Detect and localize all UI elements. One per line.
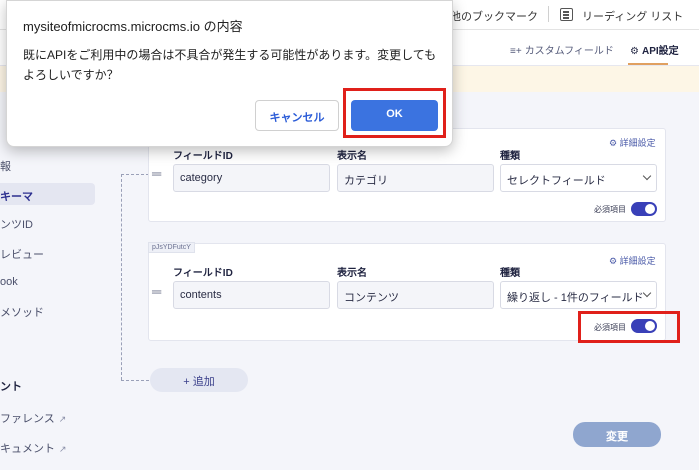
sidebar-item-methods[interactable]: メソッド [0,304,44,320]
type-label: 種類 [500,151,520,162]
detail-settings-label: 詳細設定 [619,138,656,148]
field-id-label: フィールドID [173,151,233,162]
sidebar-item-content-id[interactable]: ンツID [0,216,33,232]
display-name-label: 表示名 [337,151,367,162]
field-id-input[interactable]: category [173,164,330,192]
highlight-box [343,88,446,138]
tree-connector [121,380,149,381]
bookmark-separator [548,6,549,22]
sidebar-item-basic-info[interactable]: 報 [0,158,11,174]
external-link-icon: ↗ [59,444,67,454]
chevron-down-icon [642,288,652,298]
highlight-box [578,311,680,343]
reading-list-icon[interactable] [560,8,573,21]
sidebar-link-reference[interactable]: ファレンス ↗ [0,410,66,426]
sidebar-item-schema[interactable]: キーマ [0,183,95,205]
add-field-button[interactable]: + 追加 [150,368,248,392]
dialog-title: mysiteofmicrocms.microcms.io の内容 [23,19,243,34]
sidebar-link-docs[interactable]: キュメント ↗ [0,440,67,456]
sidebar-item-preview[interactable]: レビュー [0,246,44,262]
tab-api-settings[interactable]: ⚙ API設定 [630,42,679,57]
cancel-button[interactable]: キャンセル [255,100,339,131]
field-type-select[interactable]: セレクトフィールド [500,164,657,192]
display-name-input[interactable]: コンテンツ [337,281,494,309]
detail-settings-link[interactable]: ⚙ 詳細設定 [609,136,656,149]
chevron-down-icon [642,171,652,181]
sidebar-link-docs-label: キュメント [0,443,55,455]
sidebar-link-reference-label: ファレンス [0,413,55,425]
tree-connector [121,174,149,175]
change-button[interactable]: 変更 [573,422,661,447]
display-name-input[interactable]: カテゴリ [337,164,494,192]
field-tag: pJsYDFutcY [148,242,195,253]
gear-icon: ⚙ [609,256,620,266]
gear-icon: ⚙ [609,138,620,148]
tab-custom-field-label: カスタムフィールド [524,46,614,57]
field-type-value: 繰り返し - 1件のフィールド [507,292,644,304]
dialog-message: 既にAPIをご利用中の場合は不具合が発生する可能性があります。変更してもよろしい… [23,48,437,82]
gear-icon: ⚙ [630,46,639,57]
drag-handle-icon[interactable]: ═ [152,166,161,181]
field-id-label: フィールドID [173,268,233,279]
field-type-select[interactable]: 繰り返し - 1件のフィールド [500,281,657,309]
type-label: 種類 [500,268,520,279]
display-name-label: 表示名 [337,268,367,279]
tab-api-settings-label: API設定 [641,46,679,57]
other-bookmarks[interactable]: 他のブックマーク [450,8,538,24]
detail-settings-link[interactable]: ⚙ 詳細設定 [609,254,656,267]
list-icon: ≡+ [510,46,522,57]
required-label: 必須項目 [594,205,626,214]
external-link-icon: ↗ [58,414,67,424]
toggle-knob [645,204,655,214]
field-id-input[interactable]: contents [173,281,330,309]
field-type-value: セレクトフィールド [507,175,606,187]
tree-connector [121,174,122,380]
sidebar: 報 キーマ ンツID レビュー ook メソッド ント ファレンス ↗ キュメント… [0,92,100,470]
detail-settings-label: 詳細設定 [619,256,656,266]
drag-handle-icon[interactable]: ═ [152,284,161,299]
active-tab-indicator [628,63,668,65]
reading-list[interactable]: リーディング リスト [582,8,683,24]
sidebar-item-webhook[interactable]: ook [0,276,18,288]
tab-custom-field[interactable]: ≡+ カスタムフィールド [510,42,614,57]
sidebar-section-heading: ント [0,381,22,393]
required-toggle[interactable] [631,202,657,216]
